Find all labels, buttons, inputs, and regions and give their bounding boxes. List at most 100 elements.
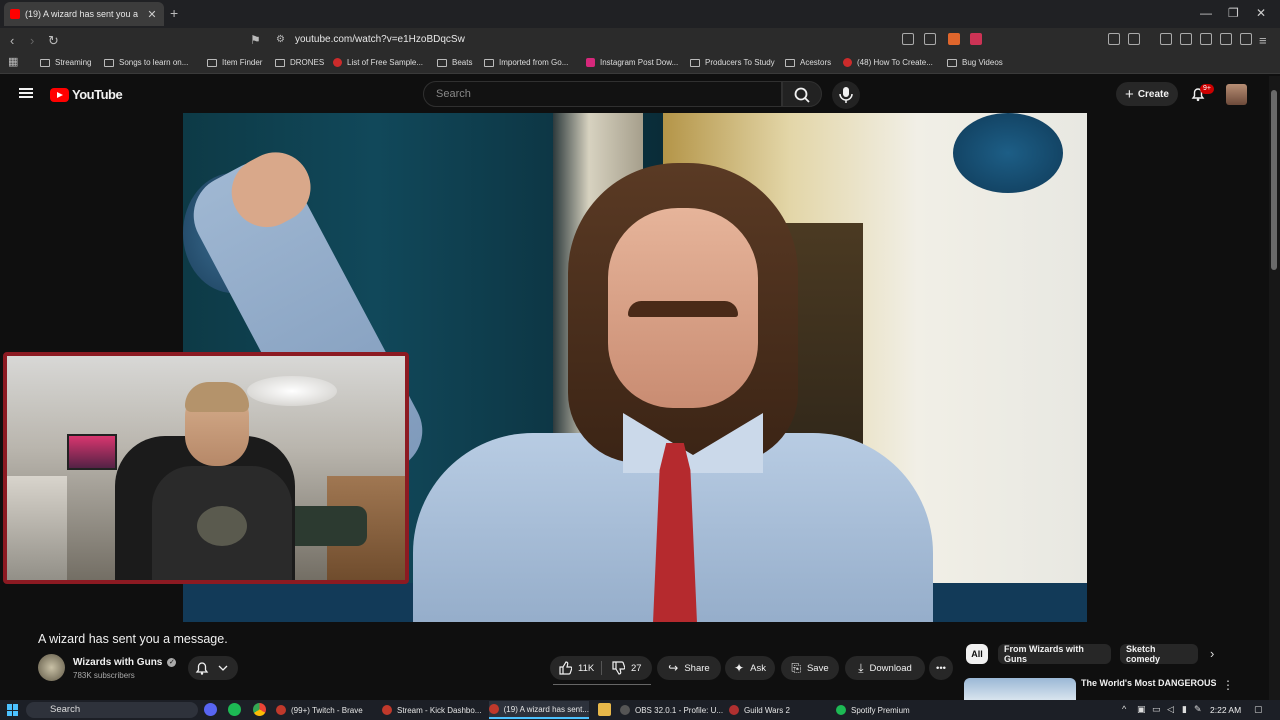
- voice-search-button[interactable]: [832, 81, 860, 109]
- downloads-icon[interactable]: [1160, 33, 1172, 45]
- bookmark-item[interactable]: DRONES: [275, 58, 324, 67]
- taskbar-item-spotify[interactable]: Spotify Premium: [836, 701, 936, 719]
- extension-icon[interactable]: [1128, 33, 1140, 45]
- spotify-icon: [836, 705, 846, 715]
- extension-icon[interactable]: [1108, 33, 1120, 45]
- video-title: A wizard has sent you a message.: [38, 632, 228, 646]
- share-button[interactable]: ↪ Share: [657, 656, 721, 680]
- dislike-button[interactable]: 27: [611, 661, 642, 675]
- minimize-button[interactable]: —: [1200, 6, 1212, 20]
- bookmark-item[interactable]: Streaming: [40, 58, 91, 67]
- network-icon[interactable]: ▭: [1152, 704, 1161, 715]
- bookmark-icon: ⎘: [791, 660, 801, 675]
- taskbar-search-input[interactable]: Search: [26, 702, 198, 718]
- bookmark-item[interactable]: Beats: [437, 58, 472, 67]
- apps-grid-icon[interactable]: ▦: [8, 55, 18, 68]
- leo-ai-icon[interactable]: [1220, 33, 1232, 45]
- more-vertical-icon[interactable]: ⋮: [1222, 678, 1234, 692]
- scrollbar-thumb[interactable]: [1271, 90, 1277, 270]
- taskbar-item-guild-wars[interactable]: Guild Wars 2: [729, 701, 829, 719]
- chip-sketch-comedy[interactable]: Sketch comedy: [1120, 644, 1198, 664]
- back-arrow-icon[interactable]: ‹: [10, 33, 14, 48]
- vpn-icon[interactable]: [1240, 33, 1252, 45]
- subscription-bell-button[interactable]: [188, 656, 238, 680]
- channel-name[interactable]: Wizards with Guns ✓: [73, 657, 177, 668]
- chevron-right-icon[interactable]: ›: [1210, 646, 1214, 661]
- battery-icon[interactable]: ▮: [1182, 704, 1187, 715]
- bookmark-item[interactable]: Songs to learn on...: [104, 58, 188, 67]
- youtube-favicon-icon: [10, 9, 20, 19]
- create-button[interactable]: + Create: [1116, 82, 1178, 106]
- taskbar-item-obs[interactable]: OBS 32.0.1 - Profile: U...: [620, 701, 724, 719]
- url-field[interactable]: youtube.com/watch?v=e1HzoBDqcSw: [295, 34, 465, 45]
- chevron-up-icon[interactable]: ^: [1122, 704, 1126, 714]
- bookmarks-bar: ▦ Streaming Songs to learn on... Item Fi…: [0, 52, 1280, 74]
- taskbar-item-kick[interactable]: Stream - Kick Dashbo...: [382, 701, 482, 719]
- notification-center-icon[interactable]: ▢: [1254, 704, 1263, 715]
- save-button[interactable]: ⎘ Save: [781, 656, 839, 680]
- folder-icon: [484, 58, 494, 67]
- bookmark-item[interactable]: Item Finder: [207, 58, 262, 67]
- discord-icon[interactable]: [204, 703, 217, 716]
- pen-icon[interactable]: ✎: [1194, 704, 1202, 715]
- close-window-button[interactable]: ✕: [1256, 6, 1266, 20]
- bookmark-item[interactable]: Bug Videos: [947, 58, 1003, 67]
- chip-all[interactable]: All: [966, 644, 988, 664]
- brave-icon: [382, 705, 392, 715]
- brave-shields-icon[interactable]: [948, 33, 960, 45]
- chrome-icon[interactable]: [253, 703, 266, 716]
- taskbar-item-twitch[interactable]: (99+) Twitch - Brave: [276, 701, 376, 719]
- hamburger-menu-icon[interactable]: [19, 88, 33, 98]
- taskbar-clock[interactable]: 2:22 AM: [1210, 705, 1241, 715]
- taskbar-item-youtube[interactable]: (19) A wizard has sent...: [489, 701, 589, 719]
- brave-icon: [276, 705, 286, 715]
- channel-avatar[interactable]: [38, 654, 65, 681]
- menu-icon[interactable]: ≡: [1259, 33, 1267, 48]
- browser-tab-active[interactable]: (19) A wizard has sent you a ✕: [4, 2, 164, 26]
- spotify-icon[interactable]: [228, 703, 241, 716]
- bookmark-item[interactable]: Producers To Study: [690, 58, 775, 67]
- brave-rewards-icon[interactable]: [970, 33, 982, 45]
- maximize-button[interactable]: ❐: [1228, 6, 1239, 20]
- tray-app-icon[interactable]: ▣: [1137, 704, 1146, 715]
- site-info-icon[interactable]: ⚙: [276, 34, 285, 45]
- file-explorer-icon[interactable]: [598, 703, 611, 716]
- guild-wars-icon: [729, 705, 739, 715]
- tab-close-icon[interactable]: ✕: [146, 8, 158, 21]
- recommended-video-title[interactable]: The World's Most DANGEROUS Job: [1081, 678, 1216, 688]
- search-button[interactable]: [782, 81, 822, 107]
- new-tab-button[interactable]: +: [170, 5, 178, 21]
- bookmark-item[interactable]: Instagram Post Dow...: [586, 58, 678, 67]
- volume-icon[interactable]: ◁: [1167, 704, 1174, 715]
- like-button[interactable]: 11K: [558, 661, 594, 675]
- video-person-mustache: [628, 301, 738, 317]
- webcam-overlay: [3, 352, 409, 584]
- folder-icon: [207, 58, 217, 67]
- youtube-icon: [843, 58, 852, 67]
- chip-from-channel[interactable]: From Wizards with Guns: [998, 644, 1111, 664]
- bookmark-page-icon[interactable]: ⚑: [250, 33, 261, 47]
- download-button[interactable]: ⤓ Download: [845, 656, 925, 680]
- windows-start-icon[interactable]: [7, 704, 19, 716]
- brave-icon: [489, 704, 499, 714]
- video-scene-seal: [953, 113, 1063, 193]
- bookmark-item[interactable]: Acestors: [785, 58, 831, 67]
- youtube-logo[interactable]: YouTube: [50, 87, 123, 102]
- share-page-icon[interactable]: [924, 33, 936, 45]
- folder-icon: [690, 58, 700, 67]
- sidebar-icon[interactable]: [1200, 33, 1212, 45]
- recommended-video-thumbnail[interactable]: [964, 678, 1076, 700]
- more-actions-button[interactable]: •••: [929, 656, 953, 680]
- bookmark-item[interactable]: List of Free Sample...: [333, 58, 423, 67]
- account-avatar[interactable]: [1226, 84, 1247, 105]
- reload-icon[interactable]: ↻: [48, 33, 59, 49]
- ask-button[interactable]: ✦ Ask: [725, 656, 775, 680]
- cast-icon[interactable]: [902, 33, 914, 45]
- bookmark-item[interactable]: Imported from Go...: [484, 58, 568, 67]
- bookmark-item[interactable]: (48) How To Create...: [843, 58, 933, 67]
- webcam-ceiling-light: [247, 376, 337, 406]
- more-horizontal-icon: •••: [936, 662, 946, 674]
- forward-arrow-icon[interactable]: ›: [30, 33, 34, 48]
- search-input[interactable]: Search: [423, 81, 782, 107]
- media-icon[interactable]: [1180, 33, 1192, 45]
